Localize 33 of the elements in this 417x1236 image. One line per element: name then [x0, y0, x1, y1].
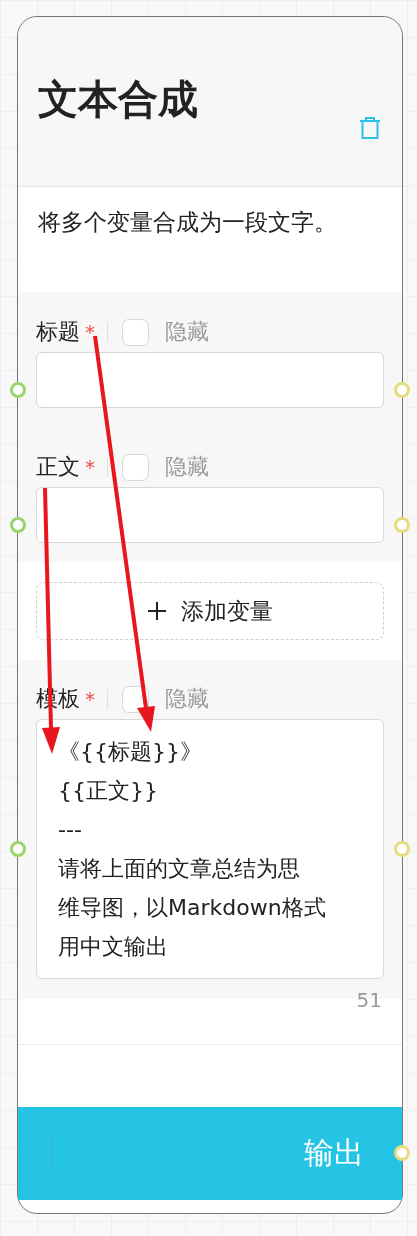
- hide-checkbox[interactable]: [122, 318, 149, 346]
- add-variable-button[interactable]: 添加变量: [36, 582, 384, 640]
- output-port[interactable]: [394, 517, 410, 533]
- input-port[interactable]: [10, 517, 26, 533]
- input-port[interactable]: [10, 841, 26, 857]
- output-port[interactable]: [394, 382, 410, 398]
- hide-label: 隐藏: [165, 318, 209, 346]
- plus-icon: [147, 601, 167, 621]
- text-input[interactable]: [36, 352, 384, 408]
- template-line: {{正文}}: [58, 777, 159, 805]
- character-count: 51: [356, 989, 382, 1014]
- delete-icon[interactable]: [359, 116, 381, 140]
- required-mark: *: [85, 455, 95, 479]
- node-description: 将多个变量合成为一段文字。: [38, 208, 338, 237]
- required-mark: *: [85, 320, 95, 344]
- node-title: 文本合成: [38, 75, 199, 124]
- hide-checkbox[interactable]: [122, 453, 149, 481]
- template-line: 维导图，以Markdown格式: [58, 894, 327, 922]
- template-line: 《{{标题}}》: [58, 738, 203, 766]
- field-label: 标题: [36, 318, 80, 346]
- template-textarea[interactable]: 《{{标题}}》 {{正文}} --- 请将上面的文章总结为思 维导图，以Markdown格式 用中文输出: [36, 719, 384, 979]
- output-port[interactable]: [394, 841, 410, 857]
- text-input[interactable]: [36, 487, 384, 543]
- hide-label: 隐藏: [165, 685, 209, 713]
- template-line: ---: [58, 816, 83, 844]
- template-line: 用中文输出: [58, 933, 169, 961]
- field-label: 正文: [36, 453, 80, 481]
- input-port[interactable]: [10, 382, 26, 398]
- output-label: 输出: [304, 1134, 364, 1172]
- required-mark: *: [85, 687, 95, 711]
- output-port[interactable]: [394, 1145, 410, 1161]
- hide-label: 隐藏: [165, 453, 209, 481]
- template-line: 请将上面的文章总结为思: [58, 855, 301, 883]
